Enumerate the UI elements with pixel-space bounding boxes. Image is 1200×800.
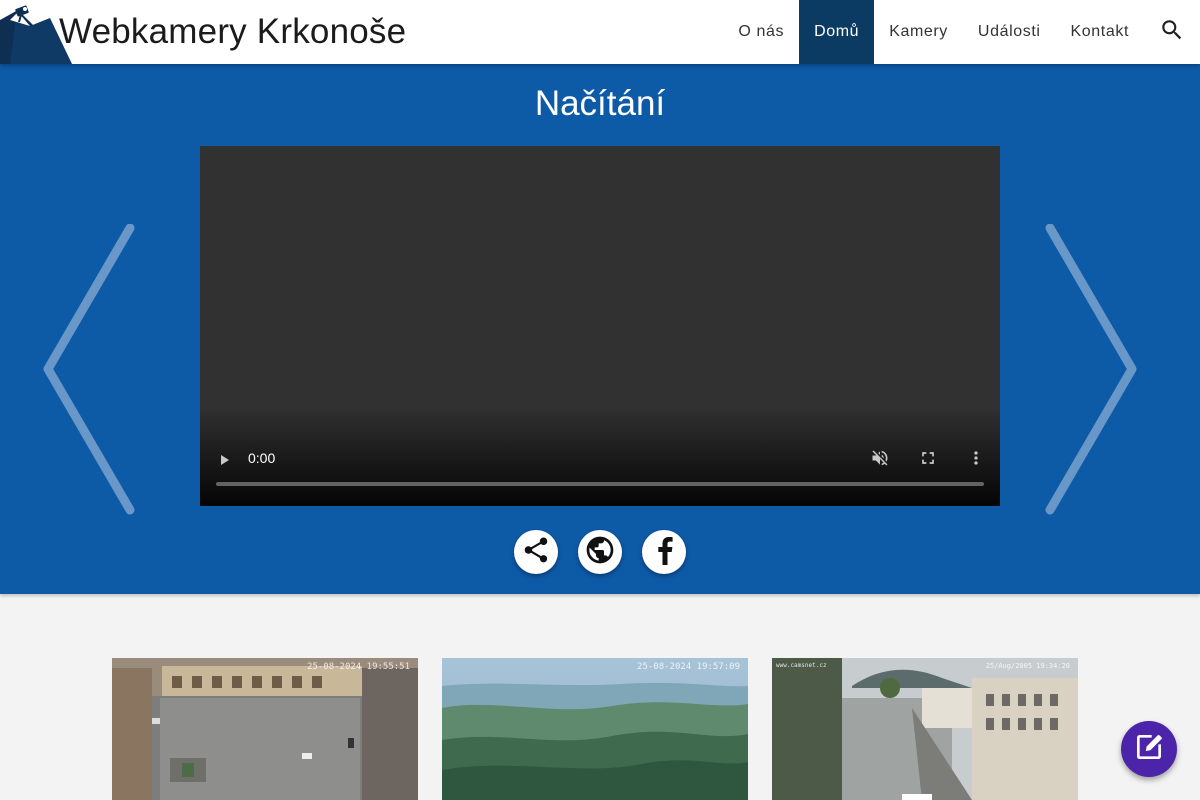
camera-thumbnail[interactable]: www.camsnet.cz 25/Aug/2005 19:34:20: [772, 658, 1078, 800]
share-button[interactable]: [514, 530, 558, 574]
globe-icon: [584, 534, 616, 571]
video-time: 0:00: [248, 450, 276, 466]
camera-hero: Načítání 0:00: [0, 64, 1200, 594]
video-player[interactable]: 0:00: [200, 146, 1000, 506]
thumbnail-timestamp: 25-08-2024 19:57:09: [637, 662, 740, 672]
facebook-button[interactable]: [642, 530, 686, 574]
nav-item-kontakt[interactable]: Kontakt: [1056, 0, 1144, 64]
edit-note-icon: [1133, 731, 1165, 768]
video-progress-bar[interactable]: [216, 482, 984, 486]
play-icon[interactable]: [218, 450, 232, 475]
nav-item-domu[interactable]: Domů: [799, 0, 875, 64]
town-street-image: [772, 658, 1078, 800]
search-button[interactable]: [1144, 0, 1200, 64]
camera-title: Načítání: [534, 84, 666, 123]
share-buttons: [0, 530, 1200, 574]
main-nav: O nás Domů Kamery Události Kontakt: [723, 0, 1200, 64]
website-button[interactable]: [578, 530, 622, 574]
search-icon: [1159, 17, 1185, 48]
mute-icon[interactable]: [870, 448, 890, 473]
fullscreen-icon[interactable]: [918, 448, 938, 473]
camera-thumbnail[interactable]: 25-08-2024 19:55:51: [112, 658, 418, 800]
nav-item-o-nas[interactable]: O nás: [723, 0, 799, 64]
share-icon: [521, 535, 551, 570]
site-title[interactable]: Webkamery Krkonoše: [59, 12, 406, 52]
edit-fab-button[interactable]: [1121, 721, 1177, 777]
site-header: Webkamery Krkonoše O nás Domů Kamery Udá…: [0, 0, 1200, 64]
thumbnail-timestamp: 25/Aug/2005 19:34:20: [985, 662, 1070, 670]
next-camera-arrow[interactable]: [1040, 223, 1140, 524]
nav-item-kamery[interactable]: Kamery: [874, 0, 963, 64]
thumbnail-timestamp: 25-08-2024 19:55:51: [307, 662, 410, 672]
thumbnail-site: www.camsnet.cz: [776, 662, 827, 669]
nav-item-udalosti[interactable]: Události: [963, 0, 1056, 64]
valley-landscape-image: [442, 658, 748, 800]
previous-camera-arrow[interactable]: [40, 223, 140, 524]
facebook-icon: [653, 535, 675, 570]
camera-thumbnail[interactable]: 25-08-2024 19:57:09: [442, 658, 748, 800]
town-square-image: [112, 658, 418, 800]
more-vert-icon[interactable]: [966, 448, 986, 473]
